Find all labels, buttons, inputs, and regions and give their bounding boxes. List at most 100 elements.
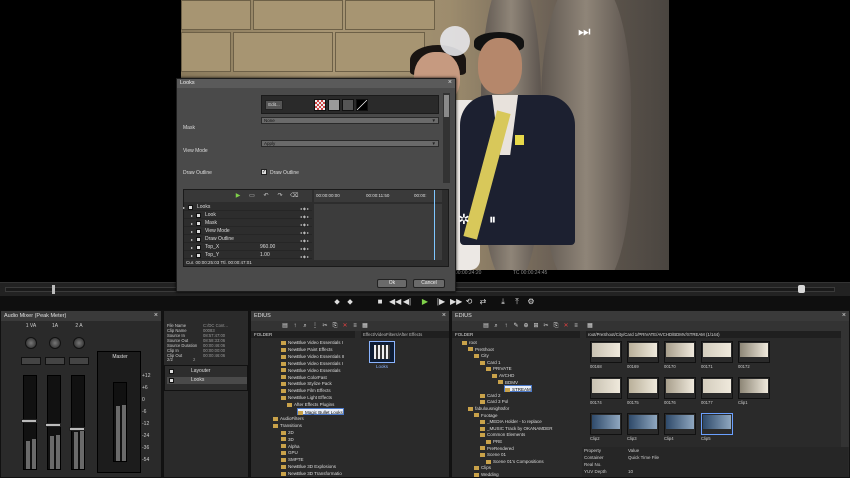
keyframe-lanes[interactable] bbox=[314, 204, 442, 260]
properties-icon[interactable]: ≡ bbox=[351, 322, 359, 330]
param-value[interactable]: 960.00 bbox=[260, 244, 275, 251]
keyframe-param-row[interactable]: ▸ Looks ◂◆▸ bbox=[183, 204, 312, 211]
keyframe-param-row[interactable]: ▸ Mask ◂◆▸ bbox=[184, 220, 312, 227]
volume-fader[interactable] bbox=[21, 419, 37, 423]
mask-dropdown[interactable]: None ▼ bbox=[261, 117, 439, 124]
preset-swatch[interactable] bbox=[342, 99, 354, 111]
param-checkbox[interactable] bbox=[196, 245, 201, 250]
clip-thumbnail[interactable] bbox=[738, 341, 770, 363]
clip-thumbnail[interactable] bbox=[627, 341, 659, 363]
looks-effect-icon[interactable] bbox=[369, 341, 395, 363]
keyframe-playhead[interactable] bbox=[434, 190, 435, 260]
cancel-button[interactable]: Cancel bbox=[413, 279, 445, 288]
timeline-icon[interactable]: ⊞ bbox=[532, 322, 540, 330]
folder-icon[interactable]: ▤ bbox=[482, 322, 490, 330]
clip-thumbnail[interactable] bbox=[738, 377, 770, 399]
delete-icon[interactable]: ✕ bbox=[562, 322, 570, 330]
preset-swatch[interactable] bbox=[356, 99, 368, 111]
param-checkbox[interactable] bbox=[196, 229, 201, 234]
ok-button[interactable]: Ok bbox=[377, 279, 407, 288]
edit-button[interactable]: Edit... bbox=[265, 100, 283, 110]
edit-icon[interactable]: ✎ bbox=[512, 322, 520, 330]
settings-icon[interactable]: ⚙ bbox=[526, 297, 536, 307]
keyframe-param-row[interactable]: ▸ Top_Y 1.00 ◂◆▸ bbox=[184, 252, 312, 259]
clip-thumbnail[interactable] bbox=[590, 377, 622, 399]
fast-forward-icon[interactable]: ▶▶ bbox=[450, 297, 462, 307]
view-icon[interactable]: ▦ bbox=[361, 322, 369, 330]
search-icon[interactable]: ⌕ bbox=[492, 322, 500, 330]
pan-knob[interactable] bbox=[73, 337, 85, 349]
keyframe-param-row[interactable]: ▸ Look ◂◆▸ bbox=[184, 212, 312, 219]
expand-arrow-icon[interactable]: ▸ bbox=[191, 236, 193, 243]
clip-thumbnail[interactable] bbox=[701, 341, 733, 363]
expand-arrow-icon[interactable]: ▸ bbox=[191, 244, 193, 251]
clip-thumbnail[interactable] bbox=[627, 377, 659, 399]
param-checkbox[interactable] bbox=[196, 221, 201, 226]
keyframe-ruler[interactable]: 00:00:00:00 00:00:11:50 00:00: bbox=[314, 190, 442, 202]
expand-arrow-icon[interactable]: ▸ bbox=[191, 212, 193, 219]
volume-fader[interactable] bbox=[45, 423, 61, 427]
param-checkbox[interactable] bbox=[188, 205, 193, 210]
keyframe-nav-icon[interactable]: ◂◆▸ bbox=[300, 237, 310, 244]
pause-icon[interactable]: ⏸ bbox=[489, 212, 496, 226]
undo-icon[interactable]: ↶ bbox=[262, 192, 270, 200]
channel-buttons[interactable] bbox=[45, 357, 65, 365]
effect-folder-item[interactable]: Magic Bullet Looks bbox=[297, 408, 344, 415]
mark-in-icon[interactable]: ⬥ bbox=[332, 297, 342, 307]
clip-thumbnail[interactable] bbox=[627, 413, 659, 435]
param-checkbox[interactable] bbox=[196, 213, 201, 218]
effect-folder-item[interactable]: NewBlue 3D Transformatio bbox=[281, 470, 342, 477]
bin-folder-item[interactable]: Scene 01's Compositions bbox=[486, 458, 544, 465]
clip-thumbnail[interactable] bbox=[664, 377, 696, 399]
up-folder-icon[interactable]: ↑ bbox=[291, 322, 299, 330]
cut-icon[interactable]: ✂ bbox=[321, 322, 329, 330]
keyframe-nav-icon[interactable]: ◂◆▸ bbox=[300, 229, 310, 236]
asterisk-icon[interactable]: ✲ bbox=[458, 212, 470, 226]
keyframe-param-row[interactable]: ▸ Draw Outline ◂◆▸ bbox=[184, 236, 312, 243]
cut-icon[interactable]: ✂ bbox=[542, 322, 550, 330]
step-back-icon[interactable]: ◀| bbox=[402, 297, 412, 307]
properties-icon[interactable]: ≡ bbox=[572, 322, 580, 330]
up-folder-icon[interactable]: ↑ bbox=[502, 322, 510, 330]
keyframe-nav-icon[interactable]: ◂◆▸ bbox=[300, 213, 310, 220]
pan-knob[interactable] bbox=[49, 337, 61, 349]
pan-knob[interactable] bbox=[25, 337, 37, 349]
search-icon[interactable]: ⌕ bbox=[301, 322, 309, 330]
clip-thumbnail[interactable] bbox=[590, 341, 622, 363]
keyframe-nav-icon[interactable]: ◂◆▸ bbox=[300, 221, 310, 228]
close-icon[interactable]: × bbox=[442, 311, 446, 321]
copy-icon[interactable]: ⎘ bbox=[331, 322, 339, 330]
redo-icon[interactable]: ↷ bbox=[276, 192, 284, 200]
play-icon[interactable]: ▶ bbox=[420, 297, 430, 307]
preset-swatch[interactable] bbox=[328, 99, 340, 111]
clip-thumbnail[interactable] bbox=[664, 341, 696, 363]
expand-arrow-icon[interactable]: ▸ bbox=[191, 252, 193, 259]
channel-buttons[interactable] bbox=[21, 357, 41, 365]
layouter-row[interactable]: Layouter bbox=[167, 368, 247, 375]
bin-folder-item[interactable]: STREAM bbox=[504, 385, 532, 393]
stop-icon[interactable]: ■ bbox=[375, 297, 385, 307]
dialog-scrollbar[interactable] bbox=[443, 93, 450, 183]
loop-icon[interactable]: ⟲ bbox=[464, 297, 474, 307]
layer-checkbox[interactable] bbox=[169, 378, 174, 383]
overwrite-icon[interactable]: ⤒ bbox=[512, 297, 522, 307]
close-icon[interactable]: × bbox=[842, 311, 846, 321]
close-icon[interactable]: × bbox=[154, 311, 158, 321]
clip-thumbnail[interactable] bbox=[701, 377, 733, 399]
folder-icon[interactable]: ▤ bbox=[281, 322, 289, 330]
clip-thumbnail[interactable] bbox=[590, 413, 622, 435]
close-icon[interactable]: × bbox=[448, 79, 452, 86]
keyframe-nav-icon[interactable]: ◂◆▸ bbox=[300, 253, 310, 260]
delete-icon[interactable]: ⌫ bbox=[290, 192, 298, 200]
layer-checkbox[interactable] bbox=[169, 369, 174, 374]
view-icon[interactable]: ▦ bbox=[586, 322, 594, 330]
preset-swatch[interactable] bbox=[314, 99, 326, 111]
param-value[interactable]: 1.00 bbox=[260, 252, 270, 259]
draw-outline-checkbox[interactable]: ✓ bbox=[261, 169, 267, 175]
view-mode-dropdown[interactable]: Apply ▼ bbox=[261, 140, 439, 147]
layouter-row[interactable]: Looks bbox=[167, 377, 247, 384]
insert-icon[interactable]: ⤓ bbox=[498, 297, 508, 307]
mark-out-icon[interactable]: ⬥ bbox=[345, 297, 355, 307]
add-clip-icon[interactable]: ⊕ bbox=[522, 322, 530, 330]
expand-arrow-icon[interactable]: ▸ bbox=[191, 220, 193, 227]
